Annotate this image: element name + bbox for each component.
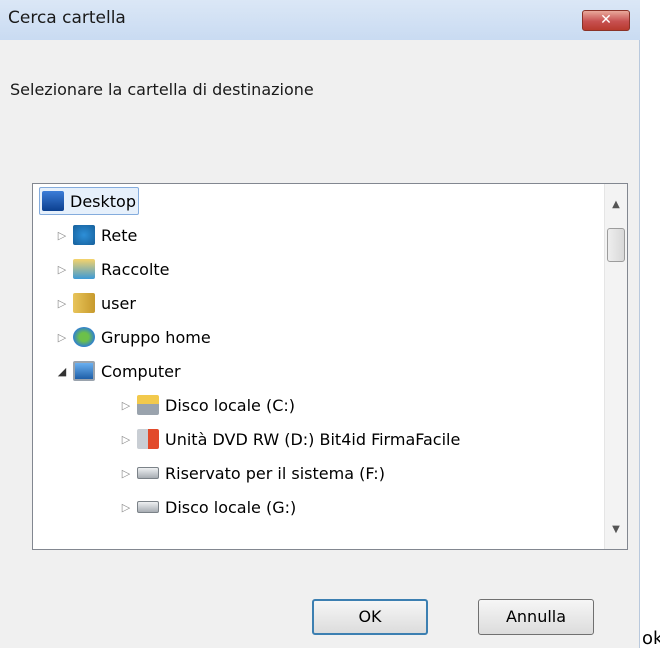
expand-arrow-icon[interactable]: ▷ bbox=[55, 331, 69, 344]
expand-arrow-icon[interactable]: ▷ bbox=[119, 399, 133, 412]
network-icon bbox=[73, 225, 95, 245]
tree-item-computer[interactable]: ◢ Computer bbox=[55, 354, 181, 388]
tree-item-label: Gruppo home bbox=[101, 327, 211, 347]
tree-item-label: Disco locale (C:) bbox=[165, 395, 296, 415]
tree-item-label: Riservato per il sistema (F:) bbox=[165, 463, 385, 483]
tree-item-user[interactable]: ▷ user bbox=[55, 286, 136, 320]
user-folder-icon bbox=[73, 293, 95, 313]
collapse-arrow-icon[interactable]: ◢ bbox=[55, 365, 69, 378]
dvd-drive-icon bbox=[137, 429, 159, 449]
tree-item-desktop[interactable]: Desktop bbox=[39, 184, 139, 218]
window-title: Cerca cartella bbox=[8, 8, 126, 28]
expand-arrow-icon[interactable]: ▷ bbox=[119, 467, 133, 480]
tree-item-label: Unità DVD RW (D:) Bit4id FirmaFacile bbox=[165, 429, 461, 449]
libraries-icon bbox=[73, 259, 95, 279]
close-button[interactable]: ✕ bbox=[582, 10, 630, 31]
title-bar[interactable]: Cerca cartella ✕ bbox=[0, 0, 640, 40]
tree-item-label: Raccolte bbox=[101, 259, 170, 279]
expand-arrow-icon[interactable]: ▷ bbox=[119, 433, 133, 446]
scroll-down-arrow-icon[interactable]: ▼ bbox=[605, 519, 627, 541]
scroll-up-arrow-icon[interactable]: ▲ bbox=[605, 194, 627, 216]
folder-tree[interactable]: Desktop ▷ Rete ▷ Raccolte ▷ user ▷ Grupp… bbox=[32, 183, 628, 550]
close-icon: ✕ bbox=[600, 12, 612, 28]
homegroup-icon bbox=[73, 327, 95, 347]
expand-arrow-icon[interactable]: ▷ bbox=[55, 229, 69, 242]
vertical-scrollbar[interactable]: ▲ ▼ bbox=[604, 184, 627, 549]
tree-item-riservato-f[interactable]: ▷ Riservato per il sistema (F:) bbox=[119, 456, 385, 490]
tree-item-label: user bbox=[101, 293, 136, 313]
tree-item-disco-g[interactable]: ▷ Disco locale (G:) bbox=[119, 490, 297, 524]
drive-icon bbox=[137, 501, 159, 513]
cancel-button[interactable]: Annulla bbox=[478, 599, 594, 635]
tree-item-label: Computer bbox=[101, 361, 181, 381]
expand-arrow-icon[interactable]: ▷ bbox=[55, 297, 69, 310]
ok-button[interactable]: OK bbox=[312, 599, 428, 635]
scrollbar-thumb[interactable] bbox=[607, 228, 625, 262]
tree-item-raccolte[interactable]: ▷ Raccolte bbox=[55, 252, 170, 286]
tree-item-label: Rete bbox=[101, 225, 138, 245]
tree-item-gruppo-home[interactable]: ▷ Gruppo home bbox=[55, 320, 211, 354]
instruction-text: Selezionare la cartella di destinazione bbox=[10, 80, 314, 99]
tree-item-label: Disco locale (G:) bbox=[165, 497, 297, 517]
computer-icon bbox=[73, 361, 95, 381]
expand-arrow-icon[interactable]: ▷ bbox=[119, 501, 133, 514]
folder-browser-dialog: Cerca cartella ✕ Selezionare la cartella… bbox=[0, 0, 640, 648]
expand-arrow-icon[interactable]: ▷ bbox=[55, 263, 69, 276]
tree-item-rete[interactable]: ▷ Rete bbox=[55, 218, 137, 252]
caption-text: ok bbox=[642, 628, 660, 649]
tree-item-dvd-d[interactable]: ▷ Unità DVD RW (D:) Bit4id FirmaFacile bbox=[119, 422, 460, 456]
drive-icon bbox=[137, 467, 159, 479]
tree-item-label: Desktop bbox=[70, 191, 136, 211]
desktop-icon bbox=[42, 191, 64, 211]
tree-item-disco-c[interactable]: ▷ Disco locale (C:) bbox=[119, 388, 295, 422]
local-disk-icon bbox=[137, 395, 159, 415]
